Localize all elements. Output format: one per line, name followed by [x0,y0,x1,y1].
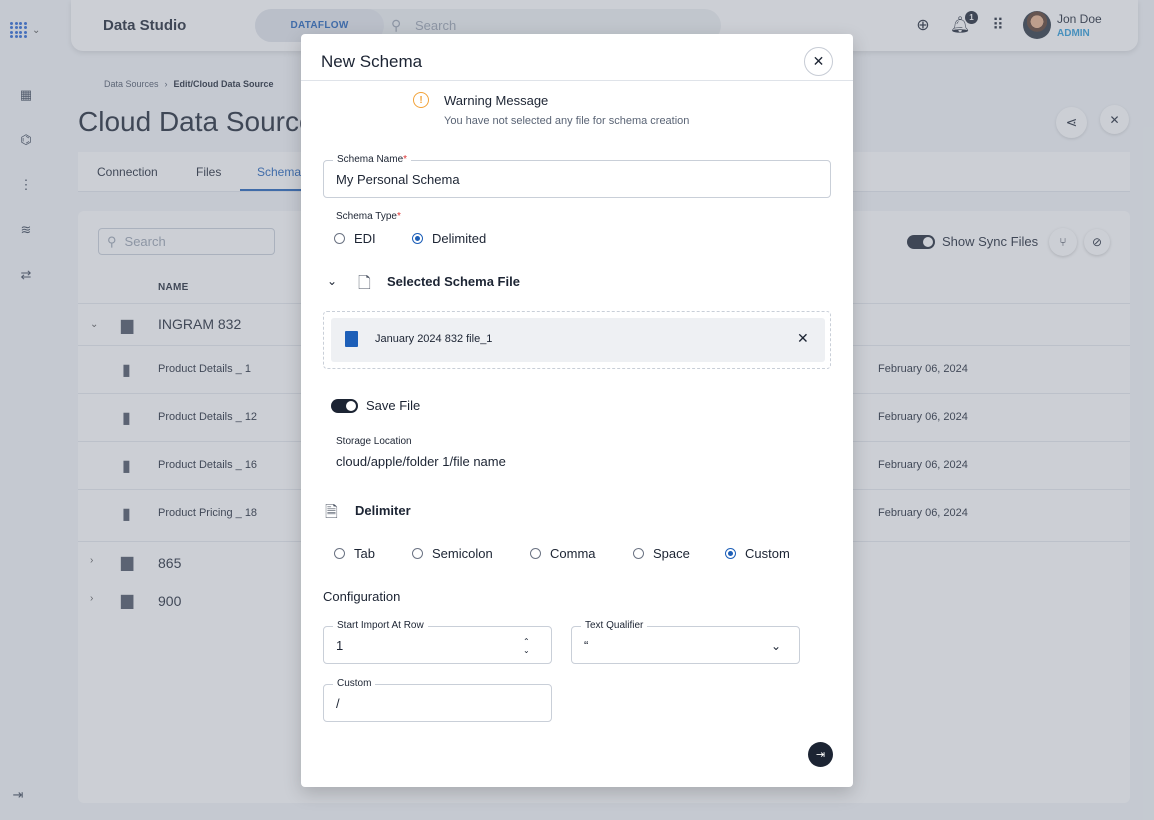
radio-label: Semicolon [432,546,493,561]
radio-dot[interactable] [633,548,644,559]
file-dropzone[interactable]: January 2024 832 file_1 ✕ [323,311,831,369]
remove-file-button[interactable]: ✕ [797,330,809,347]
selected-file-name: January 2024 832 file_1 [375,333,493,345]
custom-delimiter-label: Custom [333,678,376,689]
delimiter-tab-radio[interactable]: Tab [334,546,375,561]
file-icon [345,331,358,347]
delimiter-comma-radio[interactable]: Comma [530,546,596,561]
schema-name-field[interactable]: Schema Name* My Personal Schema [323,154,831,198]
delimiter-space-radio[interactable]: Space [633,546,690,561]
storage-location-value: cloud/apple/folder 1/file name [336,454,506,469]
text-qualifier-label: Text Qualifier [581,620,648,631]
radio-label: Space [653,546,690,561]
chevron-down-icon[interactable]: ⌄ [327,274,337,288]
schema-name-label: Schema Name* [333,154,412,165]
radio-label: Tab [354,546,375,561]
new-schema-dialog: New Schema ✕ ! Warning Message You have … [301,34,853,787]
dialog-title: New Schema [321,52,423,71]
delimiter-custom-radio[interactable]: Custom [725,546,790,561]
radio-dot[interactable] [334,548,345,559]
selected-file-section-title: Selected Schema File [387,274,520,289]
radio-label: Delimited [432,231,487,246]
start-import-row-label: Start Import At Row [333,620,428,631]
radio-dot[interactable] [412,548,423,559]
next-step-button[interactable]: ⇥ [808,742,833,767]
chevron-down-icon[interactable]: ⌄ [771,639,781,653]
schema-name-value[interactable]: My Personal Schema [336,172,460,187]
file-chart-icon: 🗎︎ [325,504,338,521]
selected-file-chip: January 2024 832 file_1 ✕ [331,318,825,362]
radio-label: Custom [745,546,790,561]
radio-label: Comma [550,546,596,561]
text-qualifier-select[interactable]: Text Qualifier “ ⌄ [571,620,800,664]
stepper-arrows-icon[interactable]: ⌃ ⌄ [523,637,530,655]
storage-location-label: Storage Location [336,436,412,447]
divider [301,80,853,81]
warning-title: Warning Message [444,93,549,108]
warning-circle-icon: ! [413,92,429,108]
start-import-row-value[interactable]: 1 [336,638,343,653]
radio-label: EDI [354,231,376,246]
radio-dot[interactable] [334,233,345,244]
schema-type-label: Schema Type* [336,211,401,222]
delimiter-section-title: Delimiter [355,503,411,518]
radio-dot[interactable] [725,548,736,559]
radio-dot[interactable] [412,233,423,244]
configuration-title: Configuration [323,589,401,604]
schema-type-delimited-radio[interactable]: Delimited [412,231,486,246]
close-dialog-button[interactable]: ✕ [804,47,833,76]
save-file-toggle[interactable] [331,399,358,413]
delimiter-semicolon-radio[interactable]: Semicolon [412,546,493,561]
text-qualifier-value: “ [584,638,589,653]
warning-message: You have not selected any file for schem… [444,115,690,127]
start-import-row-field[interactable]: Start Import At Row 1 ⌃ ⌄ [323,620,552,664]
save-file-label: Save File [366,398,421,413]
custom-delimiter-field[interactable]: Custom / [323,678,552,722]
file-add-icon: 🗋︎ [358,275,371,292]
radio-dot[interactable] [530,548,541,559]
schema-type-edi-radio[interactable]: EDI [334,231,376,246]
custom-delimiter-value[interactable]: / [336,696,340,711]
